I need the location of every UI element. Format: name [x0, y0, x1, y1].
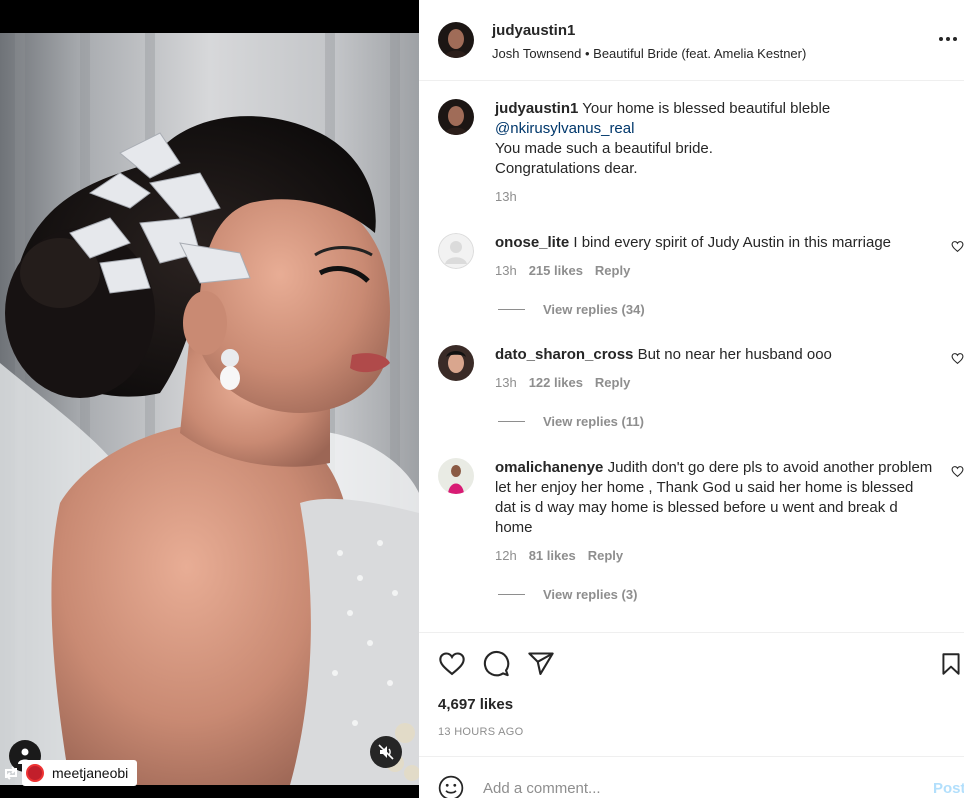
comment-time[interactable]: 13h: [495, 375, 517, 390]
comment-username[interactable]: onose_lite: [495, 234, 569, 251]
caption-meta: 13h: [495, 189, 517, 204]
comment-text: omalichanenye Judith don't go dere pls t…: [495, 458, 935, 538]
emoji-icon[interactable]: [438, 775, 464, 798]
mute-icon: [378, 744, 394, 760]
comment-meta: 12h 81 likes Reply: [495, 548, 623, 563]
caption-mention[interactable]: @nkirusylvanus_real: [495, 120, 634, 137]
more-icon: [939, 37, 957, 41]
comment-likes[interactable]: 122 likes: [529, 375, 583, 390]
repost-badge[interactable]: meetjaneobi: [0, 760, 138, 786]
caption-line-2: You made such a beautiful bride.: [495, 140, 713, 157]
comment-avatar[interactable]: [438, 233, 474, 269]
audio-track[interactable]: Josh Townsend • Beautiful Bride (feat. A…: [492, 46, 806, 61]
comment-input[interactable]: [483, 777, 903, 798]
media-letterbox-top: [0, 0, 419, 33]
comment-text: onose_lite I bind every spirit of Judy A…: [495, 233, 935, 253]
post-panel: judyaustin1 Josh Townsend • Beautiful Br…: [419, 0, 964, 798]
likes-count[interactable]: 4,697 likes: [438, 696, 513, 713]
comment-like-icon[interactable]: [951, 240, 964, 253]
post-time[interactable]: 13 HOURS AGO: [438, 726, 524, 738]
comment-meta: 13h 215 likes Reply: [495, 263, 630, 278]
comment-time[interactable]: 13h: [495, 263, 517, 278]
comment-like-icon[interactable]: [951, 352, 964, 365]
comment-meta: 13h 122 likes Reply: [495, 375, 630, 390]
comment-icon[interactable]: [482, 650, 510, 678]
caption-avatar[interactable]: [438, 99, 474, 135]
post-media[interactable]: meetjaneobi: [0, 0, 419, 798]
caption-username[interactable]: judyaustin1: [495, 100, 578, 117]
view-replies-label: View replies (34): [543, 302, 645, 317]
repost-username: meetjaneobi: [52, 765, 129, 781]
replies-divider: [498, 594, 525, 595]
caption-text: judyaustin1 Your home is blessed beautif…: [495, 99, 935, 179]
comment-likes[interactable]: 81 likes: [529, 548, 576, 563]
view-replies-label: View replies (11): [543, 414, 644, 429]
reply-button[interactable]: Reply: [588, 548, 623, 563]
post-header: judyaustin1 Josh Townsend • Beautiful Br…: [419, 0, 964, 81]
view-replies-button[interactable]: View replies (11): [498, 414, 644, 429]
repost-icon: [0, 760, 22, 786]
replies-divider: [498, 309, 525, 310]
author-username[interactable]: judyaustin1: [492, 22, 575, 39]
comment-message: I bind every spirit of Judy Austin in th…: [573, 234, 892, 251]
view-replies-label: View replies (3): [543, 587, 638, 602]
comment-like-icon[interactable]: [951, 465, 964, 478]
save-bookmark-icon[interactable]: [938, 650, 964, 678]
comment-time[interactable]: 12h: [495, 548, 517, 563]
repost-user-chip[interactable]: meetjaneobi: [22, 760, 138, 786]
view-replies-button[interactable]: View replies (34): [498, 302, 645, 317]
comment-username[interactable]: omalichanenye: [495, 459, 603, 476]
caption-line-1: Your home is blessed beautiful bleble: [582, 100, 831, 117]
author-avatar[interactable]: [438, 22, 474, 58]
comment-avatar[interactable]: [438, 345, 474, 381]
caption-time[interactable]: 13h: [495, 189, 517, 204]
comment-likes[interactable]: 215 likes: [529, 263, 583, 278]
post-comment-button[interactable]: Post: [933, 780, 964, 797]
add-comment-bar: Post: [419, 756, 964, 798]
reply-button[interactable]: Reply: [595, 375, 630, 390]
post-actions: 4,697 likes 13 HOURS AGO: [419, 632, 964, 755]
reply-button[interactable]: Reply: [595, 263, 630, 278]
more-options-button[interactable]: [938, 30, 962, 50]
comment-avatar[interactable]: [438, 458, 474, 494]
media-letterbox-bottom: [0, 785, 419, 798]
view-replies-button[interactable]: View replies (3): [498, 587, 637, 602]
post-video[interactable]: [0, 33, 419, 785]
mute-button[interactable]: [370, 736, 402, 768]
share-icon[interactable]: [527, 650, 555, 678]
comment-text: dato_sharon_cross But no near her husban…: [495, 345, 935, 365]
replies-divider: [498, 421, 525, 422]
caption-line-3: Congratulations dear.: [495, 160, 638, 177]
bride-image: [0, 33, 419, 785]
comment-message: But no near her husband ooo: [637, 346, 832, 363]
like-icon[interactable]: [438, 650, 466, 678]
comments-section[interactable]: judyaustin1 Your home is blessed beautif…: [419, 82, 964, 632]
comment-username[interactable]: dato_sharon_cross: [495, 346, 633, 363]
repost-avatar: [26, 764, 44, 782]
